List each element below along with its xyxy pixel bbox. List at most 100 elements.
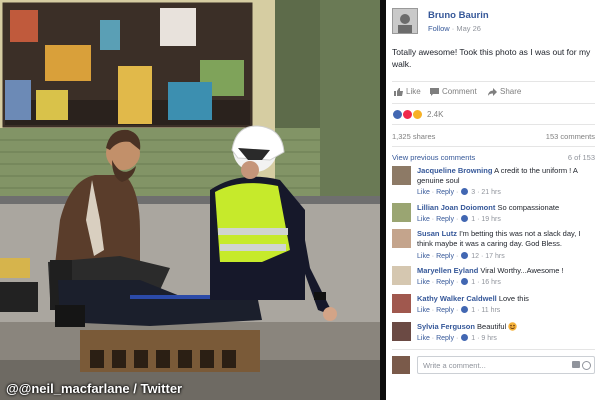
share-icon (488, 87, 497, 96)
separator (392, 146, 595, 147)
comment-like-count: 1 (471, 307, 476, 314)
meta-dot: · (455, 335, 459, 342)
meta-dot: · (455, 216, 459, 223)
view-previous-comments: View previous comments 6 of 153 (392, 153, 595, 162)
comment-body: Sylvia Ferguson Beautiful (417, 322, 595, 332)
commenter-avatar[interactable] (392, 203, 411, 222)
comment-body: Jacqueline Browning A credit to the unif… (417, 166, 595, 186)
commenter-name[interactable]: Kathy Walker Caldwell (417, 294, 497, 303)
photo-credit: @@neil_macfarlane / Twitter (6, 381, 183, 396)
photo-illustration (0, 0, 380, 400)
author-name[interactable]: Bruno Baurin (428, 10, 588, 21)
meta-dot: · (455, 279, 459, 286)
reactions-count: 2.4K (427, 109, 444, 119)
comment-reply-link[interactable]: Reply (436, 335, 454, 342)
comment-meta: Like · Reply · 1 · 11 hrs (417, 306, 595, 314)
commenter-avatar[interactable] (392, 166, 411, 185)
comment-meta: Like · Reply · 1 · 9 hrs (417, 334, 595, 342)
meta-dot: · (455, 189, 459, 196)
smile-emoji-icon (508, 322, 518, 331)
follow-link[interactable]: Follow (428, 24, 450, 33)
meta-dot: · (431, 253, 435, 260)
meta-dot: · (455, 253, 459, 260)
like-count-icon (461, 252, 469, 259)
wow-reaction-icon (412, 108, 423, 120)
reactions-bar[interactable]: 2.4K (392, 108, 443, 120)
meta-dot: · (451, 24, 455, 33)
commenter-name[interactable]: Susan Lutz (417, 229, 457, 238)
post-actions: Like Comment Share (392, 87, 595, 99)
comment-time: 16 hrs (481, 279, 501, 286)
shares-count[interactable]: 1,325 shares (392, 132, 435, 141)
commenter-name[interactable]: Jacqueline Browning (417, 166, 492, 175)
comment-reply-link[interactable]: Reply (436, 253, 454, 260)
commenter-name[interactable]: Lillian Joan Doiomont (417, 203, 495, 212)
comment-body: Maryellen Eyland Viral Worthy...Awesome … (417, 266, 595, 276)
comments-count[interactable]: 153 comments (546, 132, 595, 141)
like-count-icon (461, 188, 469, 195)
comment-time: 17 hrs (485, 253, 505, 260)
like-button[interactable]: Like (394, 87, 421, 96)
comment-text: Beautiful (477, 322, 507, 331)
meta-dot: · (477, 307, 480, 314)
comment-input[interactable]: Write a comment... (417, 356, 595, 374)
post-date[interactable]: May 26 (456, 24, 481, 33)
separator (392, 124, 595, 125)
comment-like-count: 1 (471, 279, 476, 286)
comment-like-count: 1 (471, 216, 476, 223)
post-stats: 1,325 shares 153 comments (392, 132, 595, 141)
commenter-avatar[interactable] (392, 229, 411, 248)
meta-dot: · (431, 279, 435, 286)
comment-text: So compassionate (497, 203, 560, 212)
comment-reply-link[interactable]: Reply (436, 189, 454, 196)
comment-body: Susan Lutz I'm betting this was not a sl… (417, 229, 595, 249)
commenter-name[interactable]: Maryellen Eyland (417, 266, 478, 275)
comment-meta: Like · Reply · 3 · 21 hrs (417, 188, 595, 196)
comment-like-count: 12 (471, 253, 479, 260)
comment-time: 21 hrs (481, 189, 501, 196)
like-count-icon (461, 334, 469, 341)
comment-reply-link[interactable]: Reply (436, 279, 454, 286)
thumbs-up-icon (394, 87, 403, 96)
meta-dot: · (477, 189, 480, 196)
comment-like-link[interactable]: Like (417, 253, 430, 260)
comment-like-link[interactable]: Like (417, 335, 430, 342)
post-meta: Follow · May 26 (428, 24, 588, 33)
share-label: Share (500, 87, 522, 96)
comment-text: Love this (498, 294, 529, 303)
comment-body: Lillian Joan Doiomont So compassionate (417, 203, 595, 213)
commenter-avatar[interactable] (392, 294, 411, 313)
emoji-icon[interactable] (582, 361, 591, 370)
meta-dot: · (477, 216, 480, 223)
author-avatar[interactable] (392, 8, 418, 34)
facebook-post-panel: Bruno Baurin Follow · May 26 Totally awe… (386, 0, 601, 400)
meta-dot: · (477, 335, 480, 342)
comment-reply-link[interactable]: Reply (436, 307, 454, 314)
comment-time: 9 hrs (481, 335, 497, 342)
meta-dot: · (431, 216, 435, 223)
comment-like-link[interactable]: Like (417, 189, 430, 196)
comment-like-count: 3 (471, 189, 476, 196)
meta-dot: · (431, 335, 435, 342)
my-avatar (392, 356, 410, 374)
share-button[interactable]: Share (488, 87, 521, 96)
commenter-avatar[interactable] (392, 322, 411, 341)
comment-icon (430, 87, 439, 96)
comment-meta: Like · Reply · 1 · 19 hrs (417, 215, 595, 223)
comment-button[interactable]: Comment (430, 87, 477, 96)
view-previous-link[interactable]: View previous comments (392, 153, 475, 162)
news-photo: @@neil_macfarlane / Twitter (0, 0, 380, 400)
like-label: Like (406, 87, 421, 96)
like-count-icon (461, 278, 469, 285)
meta-dot: · (480, 253, 484, 260)
comment-like-link[interactable]: Like (417, 307, 430, 314)
camera-icon[interactable] (572, 361, 580, 368)
comment-like-link[interactable]: Like (417, 279, 430, 286)
comment-like-link[interactable]: Like (417, 216, 430, 223)
comment-reply-link[interactable]: Reply (436, 216, 454, 223)
commenter-avatar[interactable] (392, 266, 411, 285)
comment-meta: Like · Reply · 1 · 16 hrs (417, 278, 595, 286)
meta-dot: · (431, 307, 435, 314)
commenter-name[interactable]: Sylvia Ferguson (417, 322, 475, 331)
separator (392, 103, 595, 104)
